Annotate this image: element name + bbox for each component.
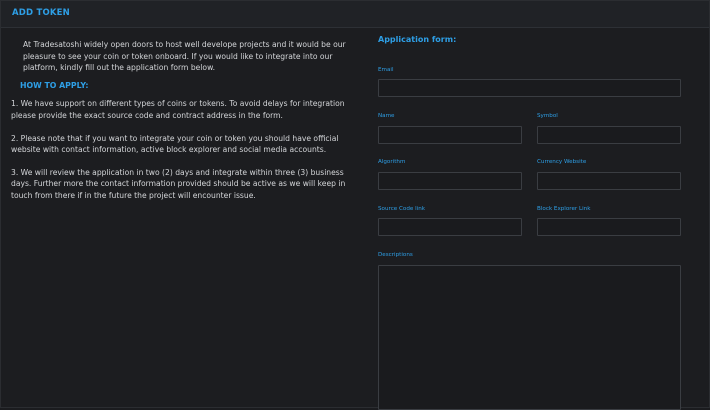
email-label: Email — [378, 67, 394, 73]
add-token-panel: ADD TOKEN At Tradesatoshi widely open do… — [0, 0, 710, 410]
step-1-text: 1. We have support on different types of… — [11, 99, 345, 120]
step-2-text: 2. Please note that if you want to integ… — [11, 133, 339, 155]
panel-title: ADD TOKEN — [12, 8, 70, 18]
block-explorer-input[interactable] — [537, 218, 681, 236]
symbol-label: Symbol — [537, 113, 558, 119]
source-code-input[interactable] — [378, 218, 522, 236]
algorithm-label: Algorithm — [378, 159, 406, 165]
email-input[interactable] — [378, 79, 681, 97]
descriptions-textarea[interactable] — [378, 265, 681, 410]
form-title: Application form: — [378, 35, 457, 44]
symbol-input[interactable] — [537, 126, 681, 144]
step-3-text: 3. We will review the application in two… — [11, 167, 346, 200]
descriptions-label: Descriptions — [378, 252, 413, 258]
info-section: At Tradesatoshi widely open doors to hos… — [11, 39, 353, 213]
how-to-apply-title: HOW TO APPLY: — [20, 80, 89, 90]
source-code-label: Source Code link — [378, 206, 425, 212]
currency-website-label: Currency Website — [537, 159, 587, 165]
name-label: Name — [378, 113, 395, 119]
currency-website-input[interactable] — [537, 172, 681, 190]
block-explorer-label: Block Explorer Link — [537, 206, 591, 212]
application-form: Application form: Email Name Symbol Algo… — [378, 33, 683, 410]
intro-text: At Tradesatoshi widely open doors to hos… — [23, 40, 346, 73]
algorithm-input[interactable] — [378, 172, 522, 190]
panel-header: ADD TOKEN — [1, 1, 709, 28]
name-input[interactable] — [378, 126, 522, 144]
